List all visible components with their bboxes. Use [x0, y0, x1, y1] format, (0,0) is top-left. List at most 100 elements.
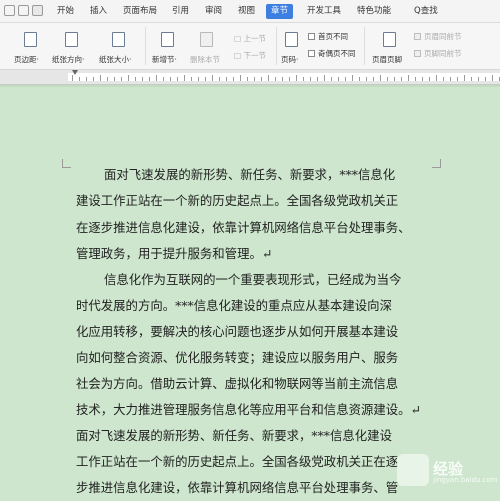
ruler-tick: [415, 77, 416, 81]
page-margin-icon[interactable]: [24, 32, 37, 47]
ribbon-toolbar: 页边距· 纸张方向· 纸张大小· 新增节· 删除本节 □ 上一节 □ 下一节 页…: [0, 23, 500, 70]
tab-special[interactable]: 特色功能: [357, 0, 391, 22]
ruler-tick: [303, 77, 304, 81]
search-button[interactable]: Q查找: [414, 4, 438, 19]
footer-same-prev-checkbox[interactable]: [414, 50, 421, 57]
prev-section-button[interactable]: □ 上一节: [234, 33, 266, 44]
ruler-tick: [100, 75, 101, 81]
header-footer-button[interactable]: 页眉页脚: [372, 54, 402, 65]
delete-section-icon[interactable]: [200, 32, 213, 47]
prev-section-label: 上一节: [243, 34, 266, 43]
ruler-tick: [219, 77, 220, 81]
menu-bar: 开始 插入 页面布局 引用 审阅 视图 章节 开发工具 特色功能 Q查找: [0, 0, 500, 23]
margin-corner-mark: [432, 167, 441, 168]
delete-section-button[interactable]: 删除本节: [190, 54, 220, 65]
page-number-button[interactable]: 页码·: [281, 54, 298, 65]
paper-size-button[interactable]: 纸张大小·: [99, 54, 131, 65]
text-line: 社会为方向。借助云计算、虚拟化和物联网等当前主流信息: [76, 376, 399, 391]
ruler-tick: [240, 75, 241, 81]
text-line: 建设工作正站在一个新的历史起点上。全国各级党政机关正: [76, 193, 399, 208]
ruler-tick: [275, 77, 276, 81]
ruler-tick: [212, 75, 213, 81]
ruler-tick: [247, 77, 248, 81]
ruler-tick: [93, 77, 94, 81]
new-section-icon[interactable]: [161, 32, 174, 47]
text-line: 工作正站在一个新的历史起点上。全国各级党政机关正在逐: [76, 454, 399, 469]
ruler-tick: [149, 77, 150, 81]
dropdown-icon[interactable]: [32, 5, 43, 16]
ruler-tick: [198, 77, 199, 81]
next-section-label: 下一节: [243, 51, 266, 60]
text-line: 步推进信息化建设，依靠计算机网络信息平台处理事务、管: [76, 480, 399, 495]
text-line: 技术，大力推进管理服务信息化等应用平台和信息资源建设。↵: [76, 402, 421, 417]
ruler-tick: [450, 77, 451, 81]
text-line: 面对飞速发展的新形势、新任务、新要求，***信息化建设: [76, 428, 392, 443]
new-section-button[interactable]: 新增节·: [152, 54, 177, 65]
tab-references[interactable]: 引用: [172, 0, 189, 22]
paper-orientation-button[interactable]: 纸张方向·: [52, 54, 84, 65]
text-line: 面对飞速发展的新形势、新任务、新要求，***信息化: [104, 167, 396, 182]
text-line: 向如何整合资源、优化服务转变；建设应以服务用户、服务: [76, 350, 399, 365]
page-top-edge: [0, 85, 500, 87]
ruler-tick: [289, 77, 290, 81]
ruler-tick: [170, 77, 171, 81]
ruler-tick: [254, 77, 255, 81]
quick-access-icon[interactable]: [4, 5, 15, 16]
text-line: 在逐步推进信息化建设，依靠计算机网络信息平台处理事务、: [76, 220, 411, 235]
tab-insert[interactable]: 插入: [90, 0, 107, 22]
page-margin-button[interactable]: 页边距·: [14, 54, 39, 65]
ruler-tick: [408, 75, 409, 81]
ruler-tick: [135, 77, 136, 81]
header-same-prev-checkbox[interactable]: [414, 33, 421, 40]
tab-developer[interactable]: 开发工具: [307, 0, 341, 22]
next-section-button[interactable]: □ 下一节: [234, 50, 266, 61]
ruler-tick: [471, 77, 472, 81]
ruler-tick: [177, 77, 178, 81]
ruler-tick: [163, 77, 164, 81]
quick-access-icon[interactable]: [18, 5, 29, 16]
ruler-tick: [359, 77, 360, 81]
ruler-tick: [443, 77, 444, 81]
paper-orientation-icon[interactable]: [65, 32, 78, 47]
ruler-tick: [464, 75, 465, 81]
ruler-tick: [86, 77, 87, 81]
ruler-tick: [282, 77, 283, 81]
footer-same-prev-label: 页脚同前节: [424, 49, 462, 58]
ruler-tick: [366, 77, 367, 81]
ruler-tick: [233, 77, 234, 81]
document-page[interactable]: 面对飞速发展的新形势、新任务、新要求，***信息化 建设工作正站在一个新的历史起…: [0, 85, 500, 501]
ruler-tick: [156, 75, 157, 81]
tab-view[interactable]: 视图: [238, 0, 255, 22]
ruler-tick: [324, 75, 325, 81]
ruler-tick: [317, 77, 318, 81]
ruler-tick: [401, 77, 402, 81]
header-same-prev-label: 页眉同前节: [424, 32, 462, 41]
paper-size-icon[interactable]: [112, 32, 125, 47]
ruler-tick: [296, 75, 297, 81]
baidu-jingyan-watermark: 经验 jingyan.baidu.com: [397, 452, 498, 492]
tab-start[interactable]: 开始: [57, 0, 74, 22]
tab-page-layout[interactable]: 页面布局: [123, 0, 157, 22]
separator: [145, 27, 146, 65]
page-number-icon[interactable]: [285, 32, 298, 47]
text-line: 时代发展的方向。***信息化建设的重点应从基本建设向深: [76, 298, 392, 313]
ruler-tick: [191, 77, 192, 81]
ruler-tick: [128, 75, 129, 81]
ruler-tick: [107, 77, 108, 81]
ruler-tick: [345, 77, 346, 81]
first-page-different-checkbox[interactable]: [308, 33, 315, 40]
first-page-different-label: 首页不同: [318, 32, 348, 41]
ruler-tick: [205, 77, 206, 81]
header-footer-icon[interactable]: [383, 32, 396, 47]
ruler-tick: [436, 75, 437, 81]
text-line: 信息化作为互联网的一个重要表现形式，已经成为当今: [104, 272, 402, 287]
ruler-tick: [352, 75, 353, 81]
ruler-tick: [492, 75, 493, 81]
tab-review[interactable]: 审阅: [205, 0, 222, 22]
ruler-tick: [79, 77, 80, 81]
watermark-url: jingyan.baidu.com: [433, 476, 498, 484]
tab-section[interactable]: 章节: [266, 4, 294, 19]
odd-even-different-checkbox[interactable]: [308, 50, 315, 57]
horizontal-ruler[interactable]: [0, 70, 500, 85]
ruler-tick: [380, 75, 381, 81]
